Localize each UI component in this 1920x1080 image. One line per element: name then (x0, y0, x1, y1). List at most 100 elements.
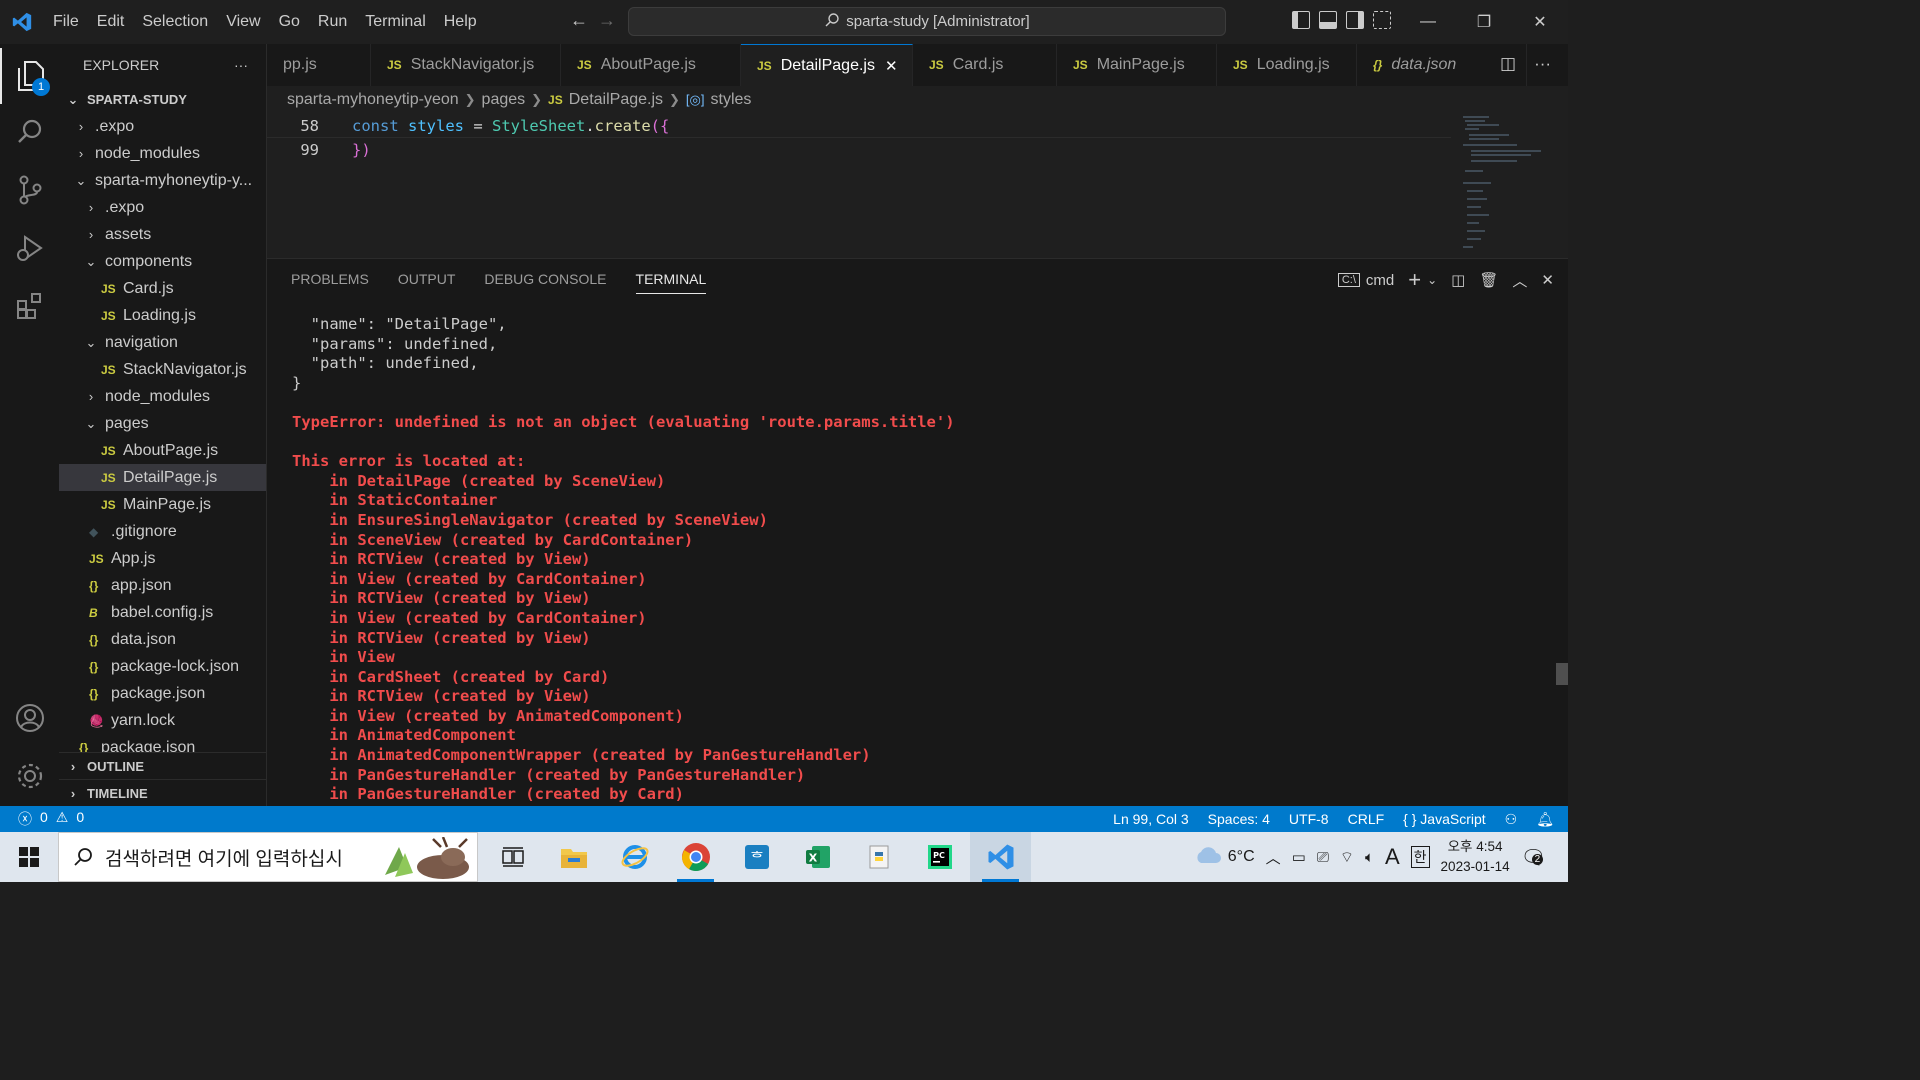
more-actions-icon[interactable]: ··· (1534, 54, 1551, 74)
close-icon[interactable]: ✕ (1512, 0, 1568, 44)
folder-item[interactable]: ⌄ pages (59, 410, 266, 437)
battery-icon[interactable]: ▭ (1292, 848, 1306, 866)
toggle-primary-sidebar-icon[interactable] (1292, 11, 1310, 29)
cursor-position[interactable]: Ln 99, Col 3 (1113, 811, 1189, 827)
split-terminal-icon[interactable]: ◫ (1451, 271, 1465, 289)
ime-mode-indicator[interactable]: A (1385, 844, 1400, 870)
run-debug-icon[interactable] (0, 220, 59, 276)
more-actions-icon[interactable]: ··· (234, 57, 248, 73)
tab-debug-console[interactable]: DEBUG CONSOLE (484, 271, 606, 294)
folder-item[interactable]: › .expo (59, 194, 266, 221)
tab-output[interactable]: OUTPUT (398, 271, 456, 294)
file-item[interactable]: {} package-lock.json (59, 653, 266, 680)
menu-run[interactable]: Run (309, 0, 356, 44)
account-icon[interactable] (0, 690, 59, 746)
code-line[interactable]: 58 const styles = StyleSheet.create({ (267, 114, 1451, 138)
problems-indicator[interactable]: ⓧ 0 ⚠ 0 (0, 809, 84, 829)
search-icon[interactable] (0, 104, 59, 160)
code-line[interactable]: 99}) (267, 138, 1451, 162)
file-item[interactable]: JS DetailPage.js (59, 464, 266, 491)
menu-file[interactable]: File (44, 0, 88, 44)
notification-center-icon[interactable]: 🗨︎2 (1521, 845, 1546, 870)
customize-layout-icon[interactable] (1373, 11, 1391, 29)
meet-now-icon[interactable]: ⎚ (1317, 849, 1329, 866)
end-of-line[interactable]: CRLF (1348, 811, 1385, 827)
file-item[interactable]: Bbabel.config.js (59, 599, 266, 626)
workspace-root[interactable]: ⌄ SPARTA-STUDY (59, 86, 266, 113)
language-mode[interactable]: { } JavaScript (1403, 811, 1486, 827)
windows-search-box[interactable]: 검색하려면 여기에 입력하십시 (58, 832, 478, 882)
minimize-icon[interactable]: — (1400, 0, 1456, 44)
toggle-secondary-sidebar-icon[interactable] (1346, 11, 1364, 29)
trash-icon[interactable]: 🗑 (1479, 271, 1498, 289)
settings-gear-icon[interactable] (0, 748, 59, 804)
file-item[interactable]: JS Card.js (59, 275, 266, 302)
breadcrumb-folder[interactable]: pages (482, 91, 526, 109)
new-terminal-icon[interactable]: + (1408, 267, 1421, 293)
excel-icon[interactable]: X (787, 832, 848, 882)
indentation[interactable]: Spaces: 4 (1208, 811, 1270, 827)
editor-tab[interactable]: JS MainPage.js (1057, 44, 1217, 86)
clock[interactable]: 오후 4:54 2023-01-14 (1441, 837, 1510, 877)
volume-icon[interactable]: 🔈︎ (1365, 849, 1374, 866)
chevron-down-icon[interactable]: ⌄ (1427, 273, 1437, 287)
back-arrow-icon[interactable]: ← (568, 10, 590, 31)
folder-item[interactable]: ⌄ sparta-myhoneytip-y... (59, 167, 266, 194)
breadcrumb-folder[interactable]: sparta-myhoneytip-yeon (287, 91, 459, 109)
close-tab-icon[interactable]: ✕ (885, 57, 898, 75)
tab-problems[interactable]: PROBLEMS (291, 271, 369, 294)
vscode-icon[interactable] (970, 832, 1031, 882)
cloud-weather-icon[interactable] (1193, 845, 1223, 869)
wifi-icon[interactable]: ⌔ (1340, 848, 1354, 867)
file-item[interactable]: JS MainPage.js (59, 491, 266, 518)
folder-item[interactable]: › .expo (59, 113, 266, 140)
file-explorer-icon[interactable] (543, 832, 604, 882)
python-icon[interactable] (848, 832, 909, 882)
task-view-icon[interactable] (482, 832, 543, 882)
windows-start-icon[interactable] (0, 832, 58, 882)
terminal-scrollbar[interactable] (1556, 663, 1568, 685)
timeline-section[interactable]: › TIMELINE (59, 779, 266, 806)
source-control-icon[interactable] (0, 162, 59, 218)
menu-view[interactable]: View (217, 0, 269, 44)
outline-section[interactable]: › OUTLINE (59, 752, 266, 779)
file-item[interactable]: ◆ .gitignore (59, 518, 266, 545)
files-icon[interactable]: 1 (0, 48, 59, 104)
file-item[interactable]: {} package.json (59, 680, 266, 707)
maximize-panel-icon[interactable]: ︿ (1512, 270, 1527, 291)
editor-tab[interactable]: JS DetailPage.js ✕ (741, 44, 913, 86)
folder-item[interactable]: › node_modules (59, 383, 266, 410)
live-share-icon[interactable]: ⚇ (1505, 811, 1518, 828)
editor-tab[interactable]: JS StackNavigator.js (371, 44, 561, 86)
toggle-panel-icon[interactable] (1319, 11, 1337, 29)
file-item[interactable]: {} data.json (59, 626, 266, 653)
dictionary-app-icon[interactable]: ᄒ (726, 832, 787, 882)
minimap[interactable] (1459, 114, 1541, 254)
terminal-shell-name[interactable]: cmd (1366, 272, 1394, 289)
editor-tab[interactable]: JS Loading.js (1217, 44, 1357, 86)
breadcrumb-symbol[interactable]: styles (711, 91, 752, 109)
menu-help[interactable]: Help (435, 0, 486, 44)
ime-language-indicator[interactable]: 한 (1410, 846, 1430, 868)
folder-item[interactable]: › assets (59, 221, 266, 248)
encoding[interactable]: UTF-8 (1289, 811, 1329, 827)
editor-tab[interactable]: pp.js (267, 44, 371, 86)
command-center-search[interactable]: sparta-study [Administrator] (628, 7, 1226, 36)
weather-temperature[interactable]: 6°C (1228, 848, 1255, 866)
folder-item[interactable]: › node_modules (59, 140, 266, 167)
pycharm-icon[interactable]: PC (909, 832, 970, 882)
split-editor-icon[interactable]: ◫ (1500, 54, 1516, 74)
internet-explorer-icon[interactable] (604, 832, 665, 882)
file-item[interactable]: JS Loading.js (59, 302, 266, 329)
folder-item[interactable]: ⌄ components (59, 248, 266, 275)
file-item[interactable]: JS AboutPage.js (59, 437, 266, 464)
menu-selection[interactable]: Selection (133, 0, 217, 44)
forward-arrow-icon[interactable]: → (596, 10, 618, 31)
menu-go[interactable]: Go (270, 0, 309, 44)
file-item[interactable]: {} app.json (59, 572, 266, 599)
menu-terminal[interactable]: Terminal (356, 0, 434, 44)
file-item[interactable]: 🧶 yarn.lock (59, 707, 266, 734)
file-item[interactable]: JS StackNavigator.js (59, 356, 266, 383)
menu-edit[interactable]: Edit (88, 0, 134, 44)
extensions-icon[interactable] (0, 278, 59, 334)
